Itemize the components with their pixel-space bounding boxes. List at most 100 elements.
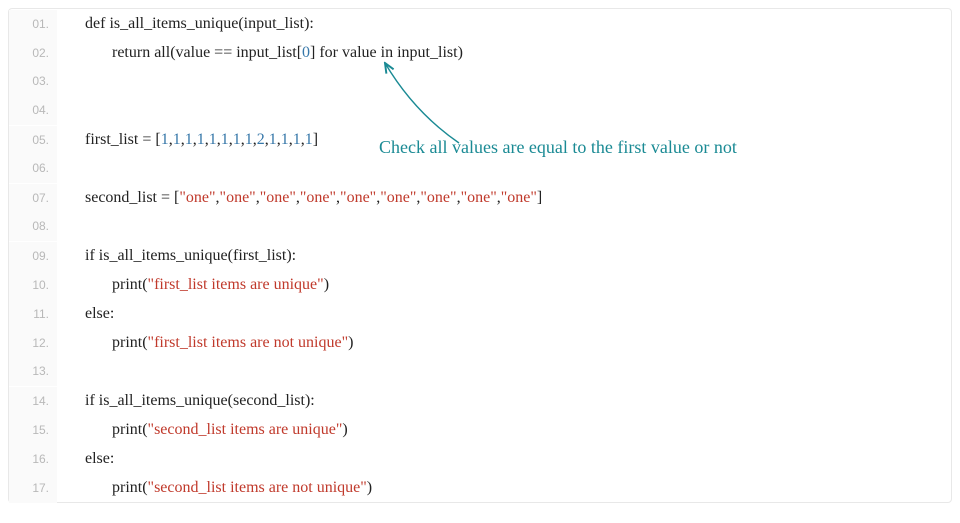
token-num: 1 bbox=[305, 131, 313, 148]
token-var: is_all_items_unique(first_list): bbox=[99, 247, 296, 264]
code-content: second_list = ["one","one","one","one","… bbox=[57, 183, 542, 212]
token-var: ] bbox=[310, 44, 319, 61]
code-line: 16.else: bbox=[9, 444, 951, 473]
token-kw: else bbox=[85, 450, 110, 467]
token-num: 0 bbox=[302, 44, 310, 61]
token-str: "first_list items are not unique" bbox=[148, 334, 349, 351]
line-number: 04. bbox=[9, 96, 57, 125]
token-num: 1 bbox=[281, 131, 289, 148]
token-num: 1 bbox=[197, 131, 205, 148]
token-kw: print bbox=[112, 334, 142, 351]
token-var: input_list) bbox=[397, 44, 463, 61]
token-str: "second_list items are not unique" bbox=[148, 479, 367, 496]
token-kw: else bbox=[85, 305, 110, 322]
token-paren: [ bbox=[151, 131, 160, 148]
token-num: 1 bbox=[185, 131, 193, 148]
token-kw: if bbox=[85, 247, 99, 264]
code-content: print("first_list items are not unique") bbox=[57, 328, 353, 357]
token-str: "one" bbox=[260, 189, 296, 206]
token-str: "one" bbox=[420, 189, 456, 206]
code-line: 07.second_list = ["one","one","one","one… bbox=[9, 183, 951, 212]
token-str: "second_list items are unique" bbox=[148, 421, 343, 438]
token-str: "first_list items are unique" bbox=[148, 276, 324, 293]
line-number: 07. bbox=[9, 184, 57, 213]
token-kw: in bbox=[381, 44, 397, 61]
token-paren: (input_list): bbox=[238, 15, 314, 32]
line-number: 12. bbox=[9, 329, 57, 358]
token-kw: print bbox=[112, 276, 142, 293]
line-number: 01. bbox=[9, 10, 57, 39]
token-var: value bbox=[342, 44, 381, 61]
code-line: 13. bbox=[9, 357, 951, 386]
token-paren: : bbox=[110, 450, 114, 467]
token-str: "one" bbox=[461, 189, 497, 206]
code-line: 10.print("first_list items are unique") bbox=[9, 270, 951, 299]
token-kw: def bbox=[85, 15, 109, 32]
token-num: 1 bbox=[173, 131, 181, 148]
code-line: 14.if is_all_items_unique(second_list): bbox=[9, 386, 951, 415]
code-content: if is_all_items_unique(second_list): bbox=[57, 386, 315, 415]
token-paren: [ bbox=[170, 189, 179, 206]
code-lines-container: 01.def is_all_items_unique(input_list):0… bbox=[9, 9, 951, 502]
token-op: = bbox=[214, 44, 223, 61]
token-str: "one" bbox=[220, 189, 256, 206]
token-num: 1 bbox=[293, 131, 301, 148]
line-number: 13. bbox=[9, 357, 57, 386]
token-paren: ) bbox=[342, 421, 347, 438]
token-num: 1 bbox=[161, 131, 169, 148]
line-number: 14. bbox=[9, 387, 57, 416]
code-line: 09. if is_all_items_unique(first_list): bbox=[9, 241, 951, 270]
token-paren: ) bbox=[324, 276, 329, 293]
token-num: 2 bbox=[257, 131, 265, 148]
token-num: 1 bbox=[221, 131, 229, 148]
token-str: "one" bbox=[501, 189, 537, 206]
token-op: = bbox=[223, 44, 232, 61]
line-number: 02. bbox=[9, 39, 57, 68]
token-str: "one" bbox=[300, 189, 336, 206]
line-number: 11. bbox=[9, 300, 57, 329]
code-content: print("first_list items are unique") bbox=[57, 270, 329, 299]
token-kw: for bbox=[319, 44, 342, 61]
line-number: 05. bbox=[9, 126, 57, 155]
token-paren: ) bbox=[367, 479, 372, 496]
code-content: return all(value == input_list[0] for va… bbox=[57, 38, 463, 67]
token-str: "one" bbox=[380, 189, 416, 206]
code-line: 15.print("second_list items are unique") bbox=[9, 415, 951, 444]
code-line: 06. bbox=[9, 154, 951, 183]
code-line: 05.first_list = [1,1,1,1,1,1,1,1,2,1,1,1… bbox=[9, 125, 951, 154]
code-line: 17.print("second_list items are not uniq… bbox=[9, 473, 951, 502]
line-number: 03. bbox=[9, 67, 57, 96]
code-line: 08. bbox=[9, 212, 951, 241]
token-op: = bbox=[161, 189, 170, 206]
code-line: 03. bbox=[9, 67, 951, 96]
token-str: "one" bbox=[179, 189, 215, 206]
line-number: 09. bbox=[9, 242, 57, 271]
token-num: 1 bbox=[233, 131, 241, 148]
token-var: second_list bbox=[85, 189, 161, 206]
line-number: 10. bbox=[9, 271, 57, 300]
token-fn: is_all_items_unique bbox=[109, 15, 238, 32]
code-content: print("second_list items are unique") bbox=[57, 415, 348, 444]
token-num: 1 bbox=[209, 131, 217, 148]
code-content: first_list = [1,1,1,1,1,1,1,1,2,1,1,1,1] bbox=[57, 125, 318, 154]
token-paren: ) bbox=[348, 334, 353, 351]
token-var: all(value bbox=[154, 44, 214, 61]
code-line: 01. def is_all_items_unique(input_list): bbox=[9, 9, 951, 38]
code-line: 12.print("first_list items are not uniqu… bbox=[9, 328, 951, 357]
code-line: 11.else: bbox=[9, 299, 951, 328]
line-number: 08. bbox=[9, 212, 57, 241]
token-var: is_all_items_unique(second_list): bbox=[99, 392, 315, 409]
line-number: 06. bbox=[9, 154, 57, 183]
code-block: 01.def is_all_items_unique(input_list):0… bbox=[8, 8, 952, 503]
line-number: 16. bbox=[9, 445, 57, 474]
token-num: 1 bbox=[269, 131, 277, 148]
token-kw: print bbox=[112, 479, 142, 496]
line-number: 17. bbox=[9, 474, 57, 503]
token-paren: ] bbox=[313, 131, 318, 148]
token-paren: ] bbox=[537, 189, 542, 206]
code-content: else: bbox=[57, 444, 114, 473]
token-var: first_list bbox=[85, 131, 142, 148]
token-var: input_list[ bbox=[232, 44, 302, 61]
code-content: print("second_list items are not unique"… bbox=[57, 473, 372, 502]
code-line: 04. bbox=[9, 96, 951, 125]
